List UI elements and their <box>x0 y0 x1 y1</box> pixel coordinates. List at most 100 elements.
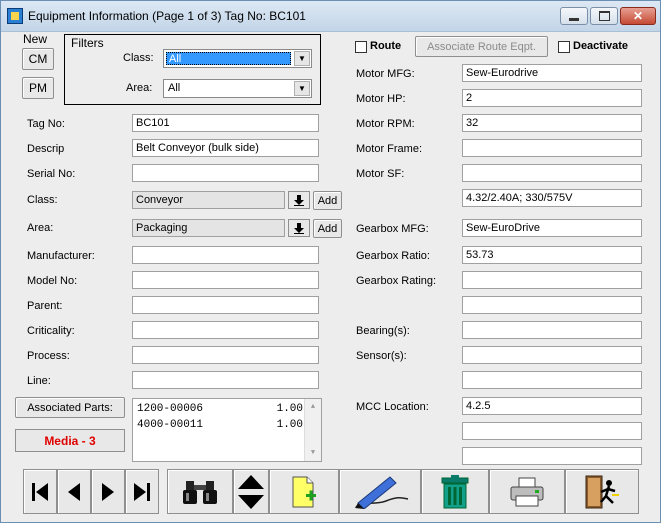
associated-parts-label: Associated Parts: <box>27 401 113 414</box>
motor-sf-label: Motor SF: <box>356 168 405 180</box>
first-record-button[interactable] <box>23 469 57 514</box>
new-record-button[interactable] <box>269 469 339 514</box>
parts-scrollbar[interactable]: ▲ ▼ <box>304 399 321 461</box>
parent-field[interactable] <box>132 296 319 314</box>
criticality-field[interactable] <box>132 321 319 339</box>
new-document-icon <box>292 476 316 507</box>
maximize-button[interactable] <box>590 7 618 25</box>
gearbox-rating-label: Gearbox Rating: <box>356 275 437 287</box>
next-record-icon <box>102 482 114 501</box>
scroll-up-icon[interactable]: ▲ <box>305 399 321 415</box>
associated-parts-button[interactable]: Associated Parts: <box>15 397 125 418</box>
new-cm-label: CM <box>28 52 48 66</box>
area-add-button[interactable]: Add <box>313 219 342 238</box>
associate-route-label: Associate Route Eqpt. <box>427 40 536 53</box>
area-field: Packaging <box>132 219 285 237</box>
sensors-field[interactable] <box>462 346 642 364</box>
serial-no-field[interactable] <box>132 164 319 182</box>
media-label: Media - 3 <box>44 433 96 448</box>
exit-button[interactable] <box>565 469 639 514</box>
motor-sf-field[interactable] <box>462 164 642 182</box>
filter-area-value: All <box>168 82 181 94</box>
motor-hp-label: Motor HP: <box>356 93 406 105</box>
area-lookup-button[interactable] <box>288 219 310 237</box>
part-number: 4000-00011 <box>137 419 204 431</box>
filter-area-select[interactable]: All ▼ <box>163 79 312 98</box>
mcc-location-label: MCC Location: <box>356 401 429 413</box>
class-field: Conveyor <box>132 191 285 209</box>
serial-no-label: Serial No: <box>27 168 76 180</box>
filter-class-select[interactable]: All ▼ <box>163 49 312 68</box>
motor-frame-label: Motor Frame: <box>356 143 423 155</box>
search-button[interactable] <box>167 469 233 514</box>
route-label: Route <box>370 40 402 52</box>
first-record-icon <box>32 482 48 501</box>
delete-button[interactable] <box>421 469 489 514</box>
tag-no-field[interactable]: BC101 <box>132 114 319 132</box>
print-button[interactable] <box>489 469 565 514</box>
maximize-icon <box>598 11 610 21</box>
list-item[interactable]: 4000-00011 1.00 <box>137 419 303 431</box>
new-label: New <box>23 32 48 46</box>
manufacturer-field[interactable] <box>132 246 319 264</box>
gearbox-ratio-label: Gearbox Ratio: <box>356 250 430 262</box>
mcc-extra-field-2[interactable] <box>462 447 642 465</box>
scroll-down-icon[interactable]: ▼ <box>305 445 321 461</box>
process-field[interactable] <box>132 346 319 364</box>
bearings-field[interactable] <box>462 321 642 339</box>
dropdown-arrow-icon[interactable]: ▼ <box>294 81 310 96</box>
mcc-location-field[interactable]: 4.2.5 <box>462 397 642 415</box>
motor-frame-field[interactable] <box>462 139 642 157</box>
title-bar: Equipment Information (Page 1 of 3) Tag … <box>1 1 660 32</box>
last-record-button[interactable] <box>125 469 159 514</box>
up-down-icon <box>238 474 264 509</box>
process-label: Process: <box>27 350 70 362</box>
motor-rpm-field[interactable]: 32 <box>462 114 642 132</box>
associate-route-button[interactable]: Associate Route Eqpt. <box>415 36 548 57</box>
filter-area-label: Area: <box>126 82 153 94</box>
signature-pen-icon <box>355 475 409 509</box>
new-pm-button[interactable]: PM <box>22 77 54 99</box>
mcc-extra-field-1[interactable] <box>462 422 642 440</box>
sort-button[interactable] <box>233 469 269 514</box>
class-add-button[interactable]: Add <box>313 191 342 210</box>
close-button[interactable]: ✕ <box>620 7 656 25</box>
part-number: 1200-00006 <box>137 403 204 415</box>
associated-parts-list[interactable]: 1200-00006 1.00 4000-00011 1.00 ▲ ▼ <box>132 398 322 462</box>
motor-extra-field[interactable]: 4.32/2.40A; 330/575V <box>462 189 642 207</box>
gearbox-rating-field[interactable] <box>462 271 642 289</box>
gearbox-mfg-field[interactable]: Sew-EuroDrive <box>462 219 642 237</box>
line-field[interactable] <box>132 371 319 389</box>
previous-record-icon <box>68 482 80 501</box>
motor-hp-field[interactable]: 2 <box>462 89 642 107</box>
route-checkbox[interactable] <box>355 41 367 53</box>
deactivate-checkbox[interactable] <box>558 41 570 53</box>
gearbox-extra-field[interactable] <box>462 296 642 314</box>
close-icon: ✕ <box>632 9 644 23</box>
minimize-button[interactable] <box>560 7 588 25</box>
new-pm-label: PM <box>29 81 47 95</box>
new-cm-button[interactable]: CM <box>22 48 54 70</box>
download-arrow-icon <box>294 194 304 206</box>
exit-door-icon <box>585 475 619 508</box>
part-qty: 1.00 <box>276 403 303 415</box>
trash-bin-icon <box>441 474 469 508</box>
sensors-extra-field[interactable] <box>462 371 642 389</box>
previous-record-button[interactable] <box>57 469 91 514</box>
download-arrow-icon <box>294 222 304 234</box>
motor-mfg-field[interactable]: Sew-Eurodrive <box>462 64 642 82</box>
list-item[interactable]: 1200-00006 1.00 <box>137 403 303 415</box>
descrip-field[interactable]: Belt Conveyor (bulk side) <box>132 139 319 157</box>
next-record-button[interactable] <box>91 469 125 514</box>
area-add-label: Add <box>317 222 338 235</box>
edit-button[interactable] <box>339 469 421 514</box>
dropdown-arrow-icon[interactable]: ▼ <box>294 51 310 66</box>
equipment-window: Equipment Information (Page 1 of 3) Tag … <box>0 0 661 523</box>
model-no-label: Model No: <box>27 275 78 287</box>
printer-icon <box>510 477 544 506</box>
class-lookup-button[interactable] <box>288 191 310 209</box>
media-button[interactable]: Media - 3 <box>15 429 125 452</box>
filter-class-label: Class: <box>123 52 154 64</box>
gearbox-ratio-field[interactable]: 53.73 <box>462 246 642 264</box>
model-no-field[interactable] <box>132 271 319 289</box>
